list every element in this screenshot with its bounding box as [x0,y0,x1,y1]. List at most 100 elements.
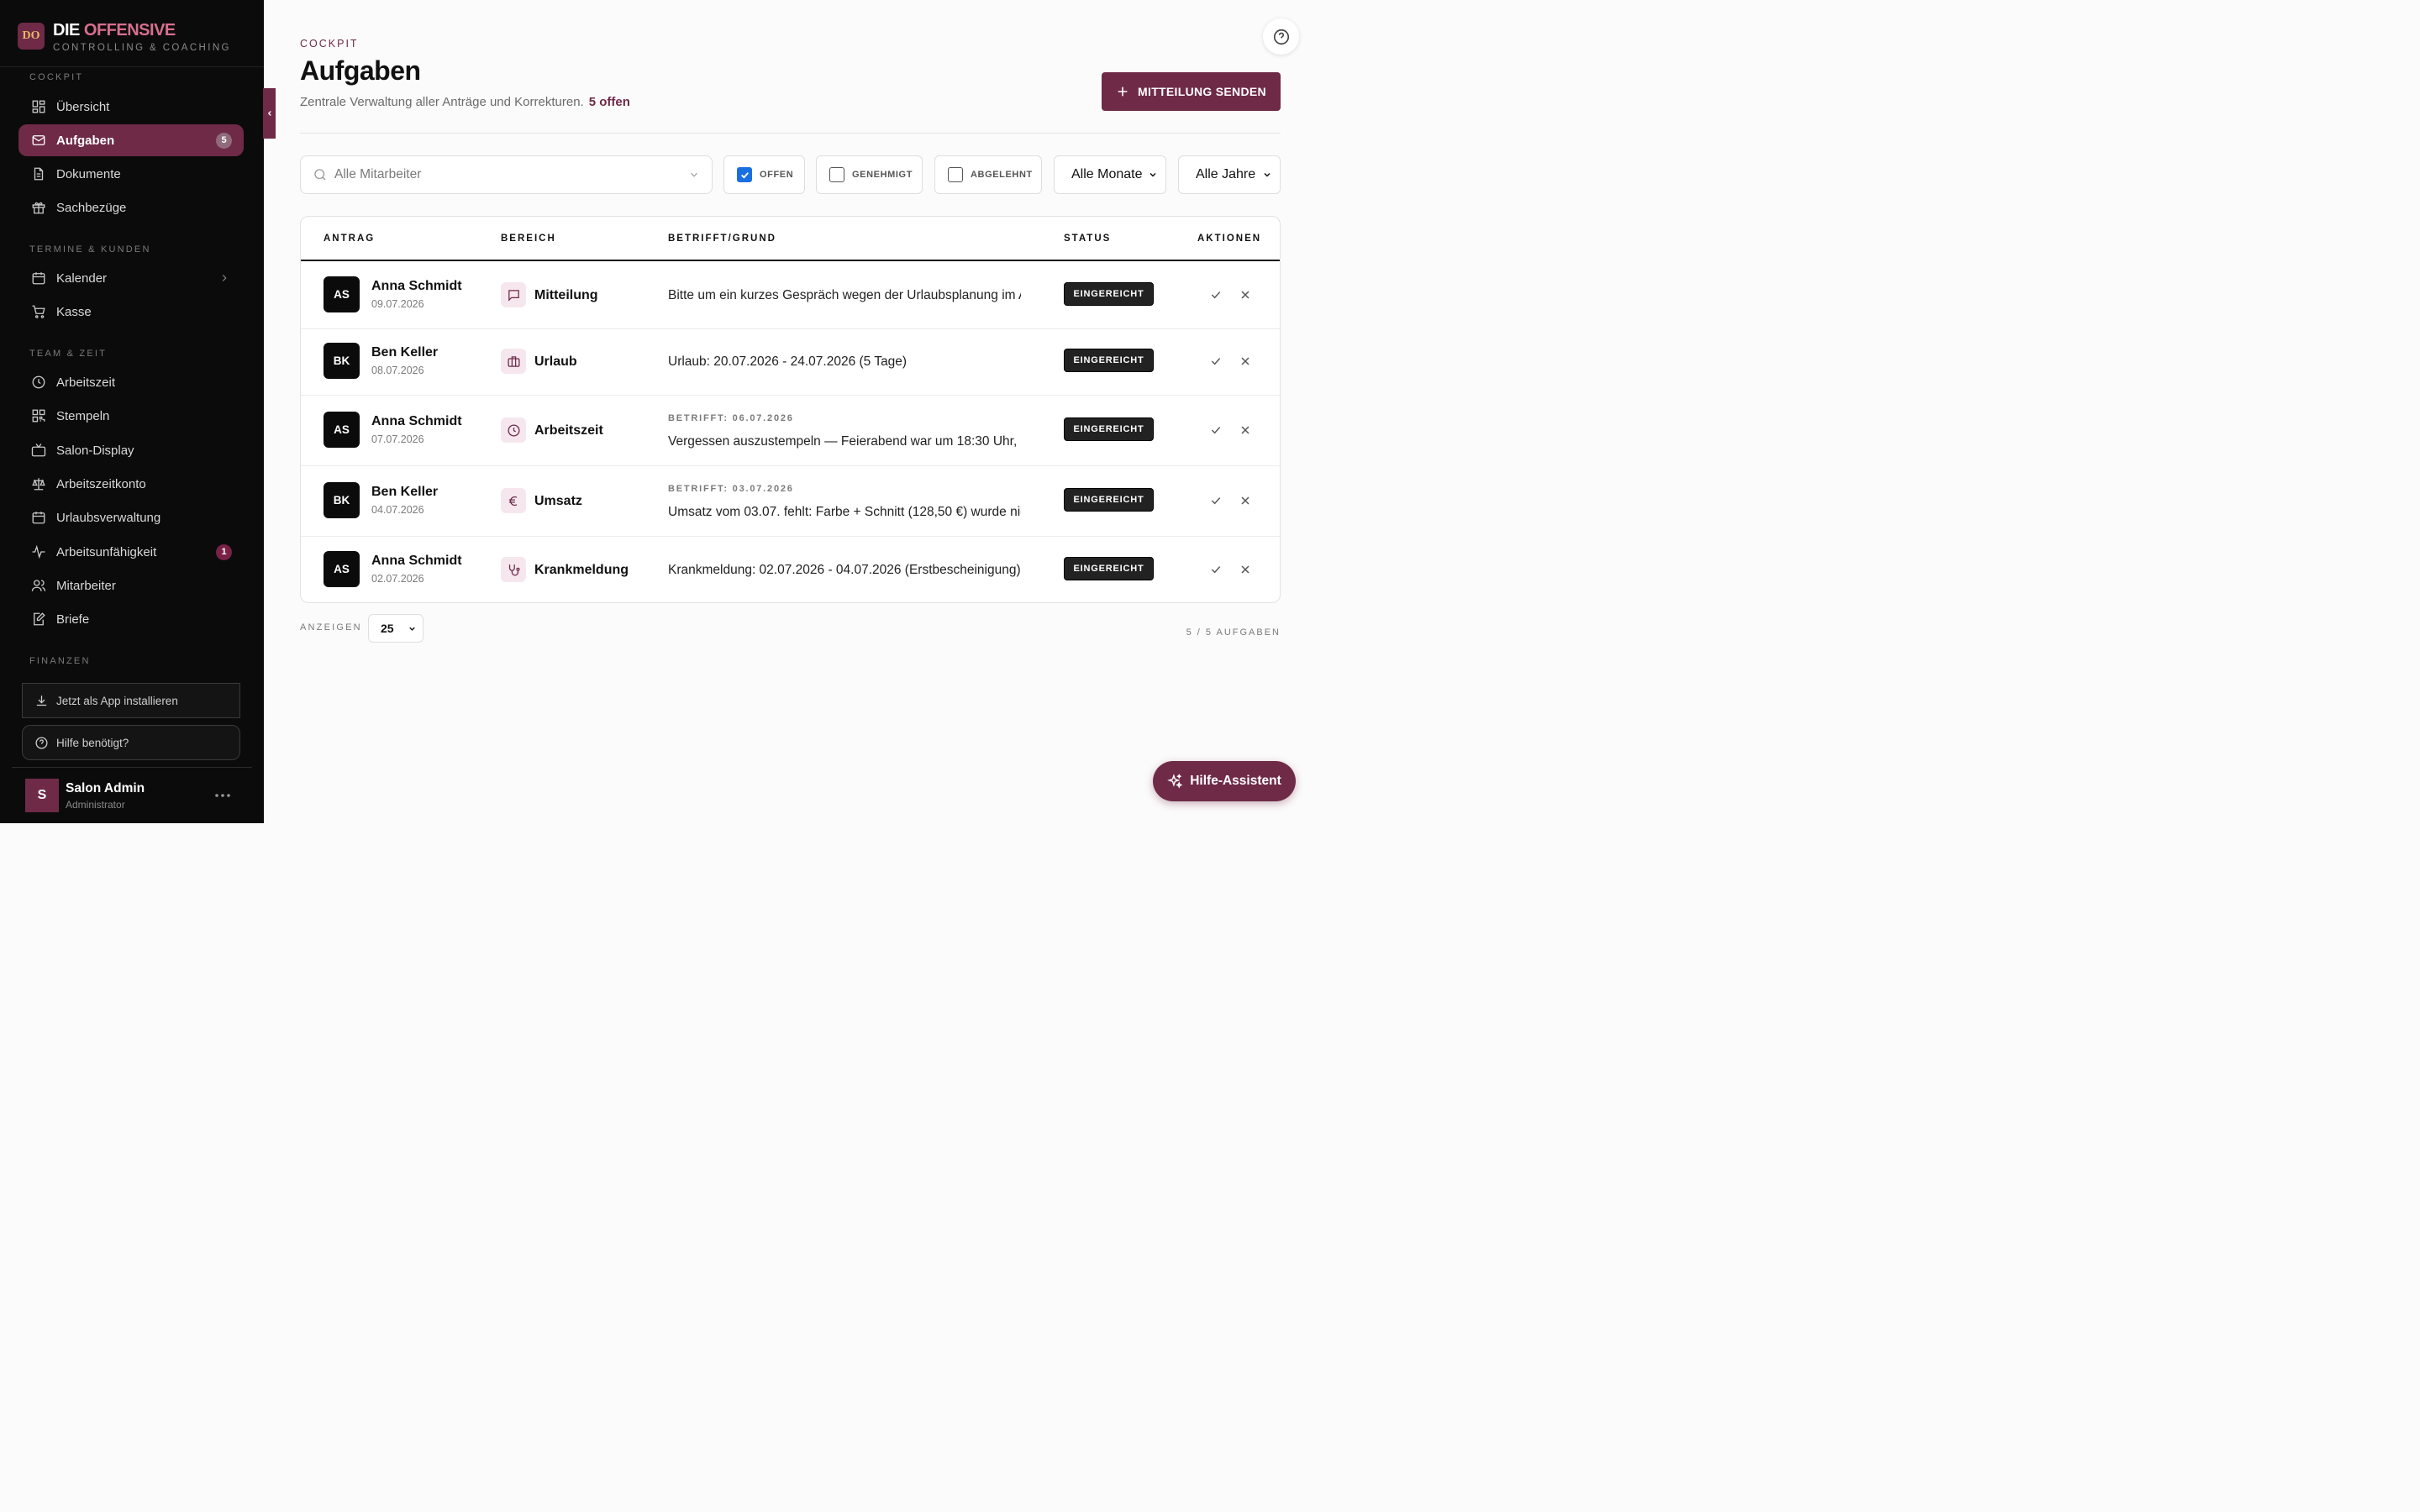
sidebar-item-aufgaben[interactable]: Aufgaben 5 [18,124,244,156]
month-select-value: Alle Monate [1071,167,1143,181]
employee-filter[interactable]: Alle Mitarbeiter [300,155,713,194]
reason-text: Bitte um ein kurzes Gespräch wegen der U… [668,288,1021,302]
user-profile[interactable]: S Salon Admin Administrator [25,779,145,812]
search-icon [313,167,328,182]
user-role: Administrator [66,798,125,811]
download-icon [34,694,49,708]
checkbox-unchecked[interactable] [829,167,844,182]
page-title: Aufgaben [300,55,421,86]
sidebar-item-label: Salon-Display [56,443,134,458]
checkbox-checked[interactable] [737,167,752,182]
mail-icon [31,133,46,148]
brand-subtitle: CONTROLLING & COACHING [53,43,231,53]
year-select[interactable]: Alle Jahre [1178,155,1281,194]
brand[interactable]: DO DIE OFFENSIVE CONTROLLING & COACHING [18,21,231,53]
clock-icon [501,417,526,443]
install-app-label: Jetzt als App installieren [56,694,178,707]
sidebar-item-stempeln[interactable]: Stempeln [18,400,244,432]
sidebar-item-kalender[interactable]: Kalender [18,262,244,294]
calendar-icon [31,270,46,286]
sidebar-item-dokumente[interactable]: Dokumente [18,158,244,190]
sidebar-item-label: Aufgaben [56,133,115,148]
status-badge: EINGEREICHT [1064,282,1154,306]
avatar: S [25,779,59,812]
subtitle-text: Zentrale Verwaltung aller Anträge und Ko… [300,95,584,109]
help-assistant-label: Hilfe-Assistent [1190,774,1281,788]
reject-icon[interactable] [1239,423,1252,437]
chevron-down-icon [688,169,700,181]
sidebar-item-urlaubsverwaltung[interactable]: Urlaubsverwaltung [18,501,244,533]
table-row[interactable]: AS Anna Schmidt 02.07.2026 Krankmeldung … [301,537,1280,602]
help-assistant-button[interactable]: Hilfe-Assistent [1153,761,1296,801]
approve-icon[interactable] [1209,563,1223,576]
install-app-button[interactable]: Jetzt als App installieren [22,683,240,718]
sidebar-item-briefe[interactable]: Briefe [18,603,244,635]
euro-icon [501,488,526,513]
filter-genehmigt-checkbox[interactable]: GENEHMIGT [816,155,923,194]
reject-icon[interactable] [1239,354,1252,368]
sidebar-item-kasse[interactable]: Kasse [18,296,244,328]
header-divider [300,133,1281,134]
employee-name: Anna Schmidt [371,279,462,293]
sidebar-item-arbeitsunfaehigkeit[interactable]: Arbeitsunfähigkeit 1 [18,536,244,568]
section-label-termine: TERMINE & KUNDEN [29,244,151,255]
status-badge: EINGEREICHT [1064,557,1154,580]
sidebar-item-salon-display[interactable]: Salon-Display [18,434,244,466]
sidebar-item-sachbezuege[interactable]: Sachbezüge [18,192,244,223]
section-label-team: TEAM & ZEIT [29,349,108,359]
table-row[interactable]: AS Anna Schmidt 09.07.2026 Mitteilung Bi… [301,262,1280,329]
requests-table: ANTRAG BEREICH BETRIFFT/GRUND STATUS AKT… [300,216,1281,603]
request-date: 07.07.2026 [371,433,424,445]
send-message-button[interactable]: MITTEILUNG SENDEN [1102,72,1281,111]
approve-icon[interactable] [1209,423,1223,437]
sidebar-divider [0,66,264,67]
send-message-label: MITTEILUNG SENDEN [1138,85,1266,98]
reject-icon[interactable] [1239,288,1252,302]
chevron-right-icon [218,272,230,284]
page-size-label: ANZEIGEN [300,622,362,633]
help-icon[interactable] [1263,18,1299,55]
reject-icon[interactable] [1239,494,1252,507]
checkbox-unchecked[interactable] [948,167,963,182]
help-button[interactable]: Hilfe benötigt? [22,725,240,760]
approve-icon[interactable] [1209,354,1223,368]
month-select[interactable]: Alle Monate [1054,155,1166,194]
sidebar-item-uebersicht[interactable]: Übersicht [18,91,244,123]
table-row[interactable]: BK Ben Keller 08.07.2026 Urlaub Urlaub: … [301,329,1280,396]
count-badge: 5 [216,132,232,149]
sidebar-item-arbeitszeit[interactable]: Arbeitszeit [18,366,244,398]
sidebar-item-arbeitszeitkonto[interactable]: Arbeitszeitkonto [18,468,244,500]
user-divider [12,767,252,768]
brand-title: DIE OFFENSIVE [53,21,231,39]
section-label-cockpit: COCKPIT [29,72,84,82]
column-header[interactable]: BEREICH [501,234,556,244]
sidebar-item-label: Übersicht [56,99,110,114]
status-badge: EINGEREICHT [1064,417,1154,441]
table-row[interactable]: BK Ben Keller 04.07.2026 Umsatz BETRIFFT… [301,466,1280,537]
reject-icon[interactable] [1239,563,1252,576]
sparkles-icon [1167,773,1183,790]
filter-offen-checkbox[interactable]: OFFEN [723,155,805,194]
betrifft-date: BETRIFFT: 06.07.2026 [668,413,794,423]
collapse-sidebar-button[interactable] [263,88,276,139]
status-badge: EINGEREICHT [1064,488,1154,512]
cart-icon [31,304,46,319]
more-icon[interactable] [214,788,231,803]
column-header[interactable]: STATUS [1064,234,1111,244]
table-row[interactable]: AS Anna Schmidt 07.07.2026 Arbeitszeit B… [301,396,1280,466]
request-date: 09.07.2026 [371,298,424,310]
sidebar-item-label: Briefe [56,612,90,627]
column-header[interactable]: ANTRAG [324,234,375,244]
filter-label: GENEHMIGT [852,170,913,180]
sidebar-item-label: Sachbezüge [56,200,127,215]
sidebar: DO DIE OFFENSIVE CONTROLLING & COACHING … [0,0,264,823]
approve-icon[interactable] [1209,494,1223,507]
briefcase-icon [501,349,526,374]
page-subtitle: Zentrale Verwaltung aller Anträge und Ko… [300,95,630,109]
page-size-select[interactable]: 25 [368,614,424,643]
column-header[interactable]: BETRIFFT/GRUND [668,234,776,244]
filter-abgelehnt-checkbox[interactable]: ABGELEHNT [934,155,1042,194]
sidebar-item-mitarbeiter[interactable]: Mitarbeiter [18,570,244,601]
approve-icon[interactable] [1209,288,1223,302]
help-circle-icon [34,736,49,750]
